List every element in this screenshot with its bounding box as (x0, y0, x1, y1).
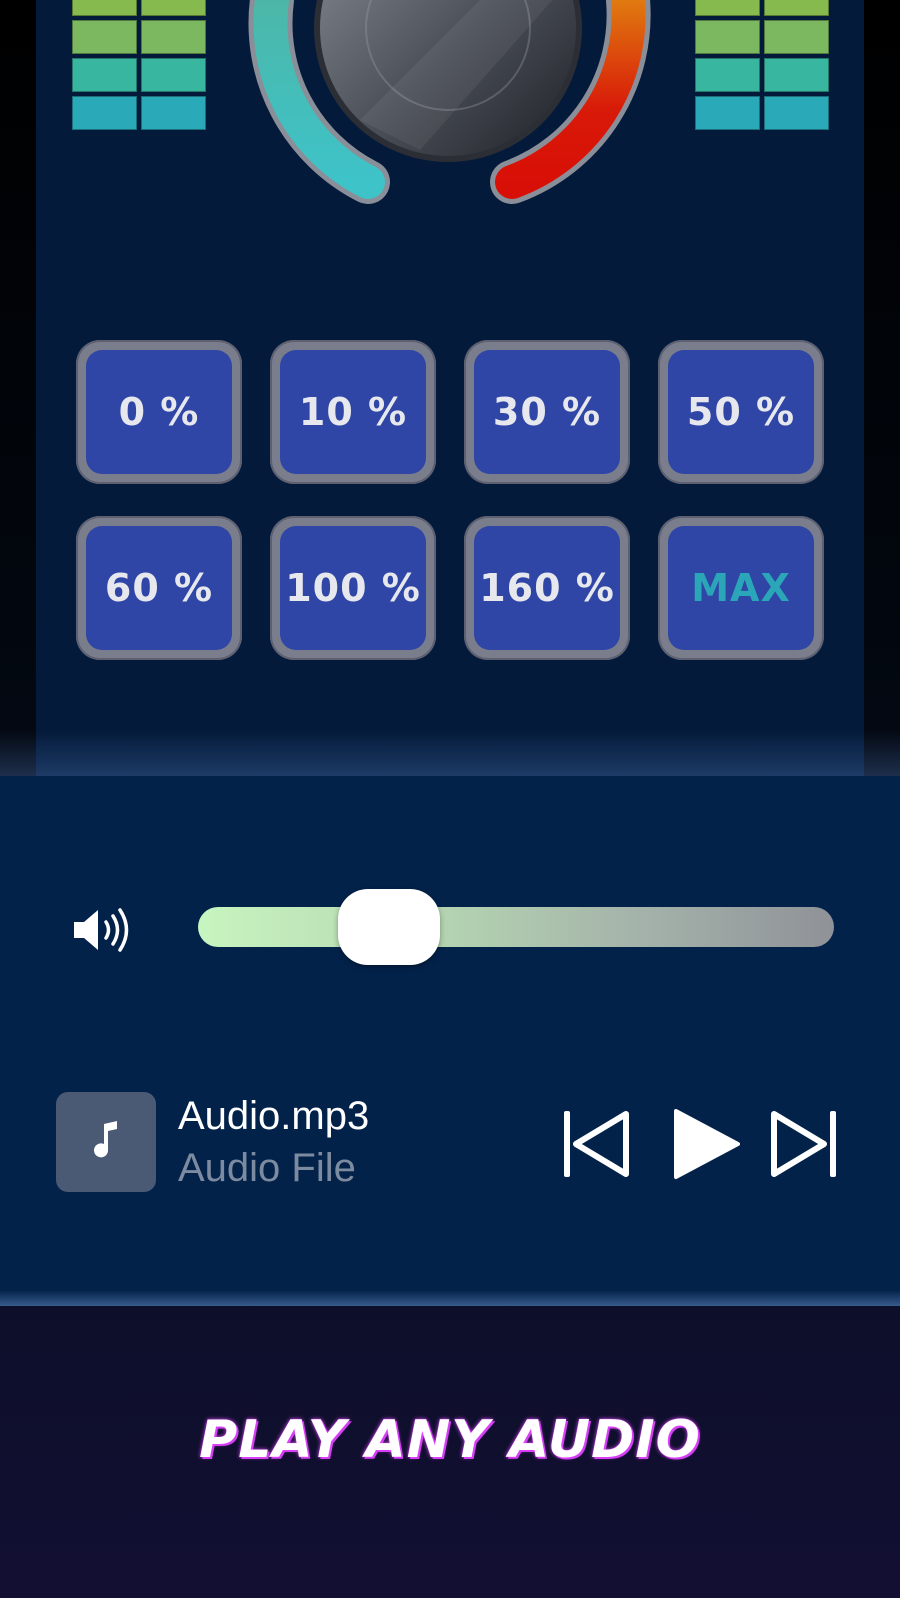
preset-label: 50 % (668, 350, 814, 474)
play-icon (670, 1109, 742, 1184)
meter-segment (764, 0, 829, 16)
preset-button-max[interactable]: MAX (658, 516, 824, 660)
meter-segment (764, 96, 829, 130)
preset-grid: 0 % 10 % 30 % 50 % 60 % 100 % 160 % MAX (76, 340, 826, 660)
next-track-button[interactable] (766, 1108, 838, 1180)
promo-headline: PLAY ANY AUDIO (199, 1410, 701, 1470)
preset-button-30[interactable]: 30 % (464, 340, 630, 484)
preset-label: 30 % (474, 350, 620, 474)
preset-button-0[interactable]: 0 % (76, 340, 242, 484)
skip-forward-icon (766, 1111, 838, 1184)
music-note-icon (91, 1120, 121, 1165)
meter-segment (764, 58, 829, 92)
volume-slider[interactable] (198, 889, 834, 965)
meter-segment (695, 96, 760, 130)
volume-knob[interactable] (240, 0, 660, 220)
now-playing-panel: Audio.mp3 Audio File (0, 776, 900, 1306)
track-artwork (56, 1092, 156, 1192)
meter-segment (695, 0, 760, 16)
preset-label: MAX (668, 526, 814, 650)
meter-segment (72, 20, 137, 54)
speaker-icon (72, 907, 134, 953)
preset-label: 100 % (280, 526, 426, 650)
meter-segment (141, 0, 206, 16)
preset-button-50[interactable]: 50 % (658, 340, 824, 484)
track-title: Audio.mp3 (178, 1094, 370, 1138)
preset-label: 160 % (474, 526, 620, 650)
play-button[interactable] (670, 1108, 742, 1180)
preset-button-100[interactable]: 100 % (270, 516, 436, 660)
meter-segment (72, 58, 137, 92)
preset-label: 10 % (280, 350, 426, 474)
meter-segment (141, 58, 206, 92)
track-subtitle: Audio File (178, 1146, 356, 1190)
preset-button-60[interactable]: 60 % (76, 516, 242, 660)
app-screen: 0 % 10 % 30 % 50 % 60 % 100 % 160 % MAX (0, 0, 900, 1598)
meter-segment (141, 20, 206, 54)
volume-slider-thumb[interactable] (337, 889, 440, 965)
skip-back-icon (562, 1111, 634, 1184)
meter-segment (141, 96, 206, 130)
previous-track-button[interactable] (562, 1108, 634, 1180)
meter-segment (764, 20, 829, 54)
preset-button-160[interactable]: 160 % (464, 516, 630, 660)
meter-segment (695, 20, 760, 54)
level-meter-left (72, 0, 206, 130)
preset-label: 0 % (86, 350, 232, 474)
volume-slider-track[interactable] (198, 907, 834, 947)
meter-segment (72, 96, 137, 130)
meter-segment (695, 58, 760, 92)
preset-button-10[interactable]: 10 % (270, 340, 436, 484)
preset-label: 60 % (86, 526, 232, 650)
meter-segment (72, 0, 137, 16)
level-meter-right (695, 0, 829, 130)
